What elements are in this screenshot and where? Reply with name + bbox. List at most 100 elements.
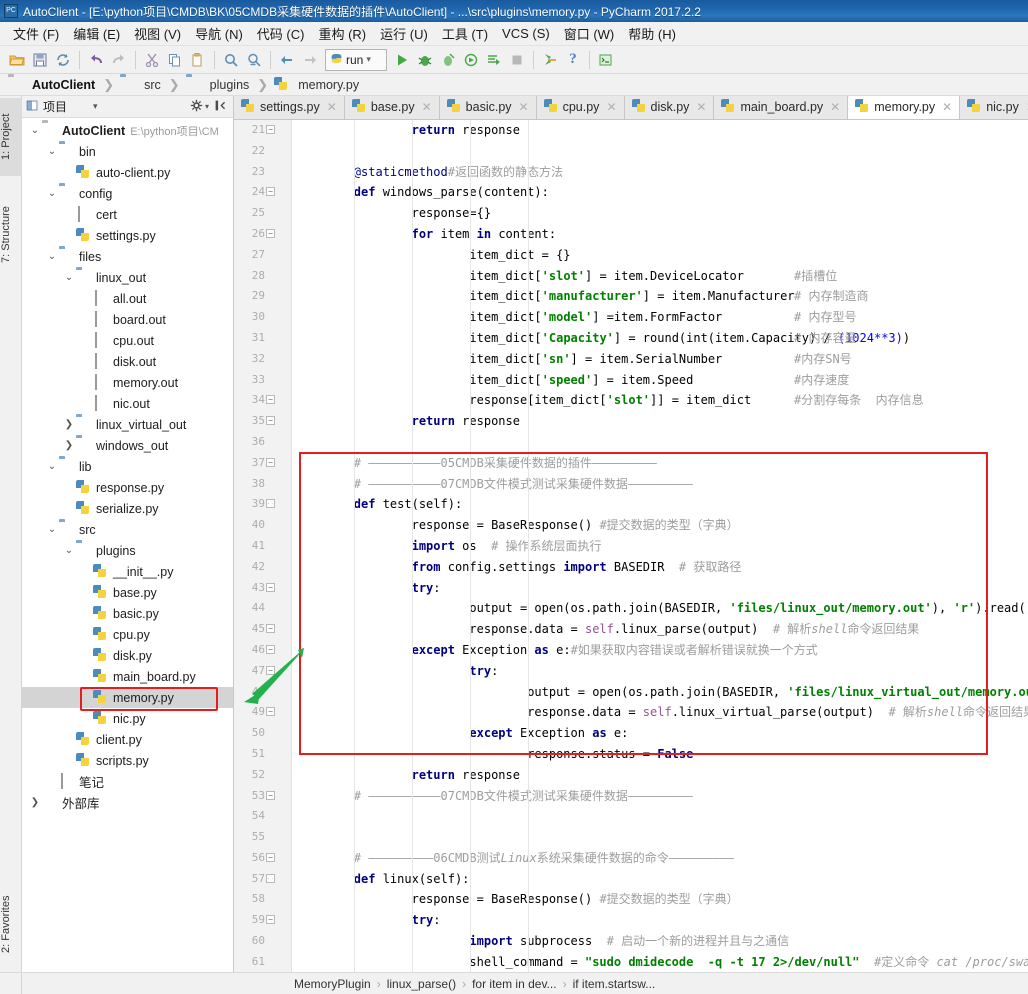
tree-item---[interactable]: 笔记 <box>22 771 233 792</box>
code-fold-icon[interactable]: − <box>266 915 275 925</box>
tree-item-scripts-py[interactable]: scripts.py <box>22 750 233 771</box>
code-fold-icon[interactable]: − <box>266 665 275 675</box>
chevron-down-icon[interactable]: ⌄ <box>28 125 42 136</box>
close-icon[interactable]: ✕ <box>606 100 616 114</box>
breadcrumb-item-src[interactable]: src ❯ <box>120 77 186 93</box>
tree-item-settings-py[interactable]: settings.py <box>22 225 233 246</box>
tree-item-linux_out[interactable]: ⌄ linux_out <box>22 267 233 288</box>
code-fold-icon[interactable]: − <box>266 582 275 592</box>
breadcrumb-item-plugins[interactable]: plugins ❯ <box>186 77 275 93</box>
close-icon[interactable]: ✕ <box>327 100 337 114</box>
chevron-right-icon[interactable]: ❯ <box>62 440 76 451</box>
menu-navigate[interactable]: 导航 (N) <box>188 22 250 45</box>
code-fold-icon[interactable]: − <box>266 416 275 426</box>
code-line[interactable]: except Exception as e:#如果获取内容错误或者解析错误就换一… <box>292 640 1028 661</box>
settings-gear-icon[interactable] <box>190 99 203 115</box>
code-line[interactable]: # ——————————05CMDB采集硬件数据的插件————————— <box>292 453 1028 474</box>
code-line[interactable]: item_dict['slot'] = item.DeviceLocator <box>292 266 1028 287</box>
paste-icon[interactable] <box>187 49 209 71</box>
chevron-down-icon[interactable]: ⌄ <box>45 146 59 157</box>
menu-code[interactable]: 代码 (C) <box>250 22 312 45</box>
editor-tab-cpu-py[interactable]: cpu.py ✕ <box>536 96 625 119</box>
undo-icon[interactable] <box>85 49 107 71</box>
code-line[interactable]: def windows_parse(content): <box>292 182 1028 203</box>
code-line[interactable]: try: <box>292 578 1028 599</box>
tree-item-plugins[interactable]: ⌄ plugins <box>22 540 233 561</box>
help-icon[interactable]: ? <box>562 49 584 71</box>
code-fold-icon[interactable]: − <box>266 457 275 467</box>
tree-item----[interactable]: ❯ 外部库 <box>22 792 233 813</box>
tool-tab-favorites[interactable]: 2: Favorites <box>0 878 22 970</box>
code-fold-icon[interactable]: − <box>266 853 275 862</box>
chevron-down-icon[interactable]: ⌄ <box>45 251 59 262</box>
chevron-down-icon[interactable]: ▾ <box>366 54 371 65</box>
chevron-right-icon[interactable]: ❯ <box>28 797 42 808</box>
menu-help[interactable]: 帮助 (H) <box>621 22 683 45</box>
close-icon[interactable]: ✕ <box>519 100 529 114</box>
chevron-down-icon[interactable]: ⌄ <box>62 545 76 556</box>
replace-icon[interactable] <box>243 49 265 71</box>
chevron-down-icon[interactable]: ▾ <box>205 102 209 111</box>
chevron-down-icon[interactable]: ⌄ <box>45 524 59 535</box>
tree-item-__init__-py[interactable]: __init__.py <box>22 561 233 582</box>
code-line[interactable] <box>292 432 1028 453</box>
code-area[interactable]: return response @staticmethod#返回函数的静态方法 … <box>292 120 1028 972</box>
close-icon[interactable]: ✕ <box>422 100 432 114</box>
run-gutter-icon[interactable] <box>266 499 278 511</box>
tree-item-serialize-py[interactable]: serialize.py <box>22 498 233 519</box>
settings-wrench-icon[interactable] <box>539 49 561 71</box>
code-line[interactable]: def linux(self): <box>292 869 1028 890</box>
open-folder-icon[interactable] <box>6 49 28 71</box>
tree-item-autoclient[interactable]: ⌄ AutoClient E:\python项目\CM <box>22 120 233 141</box>
close-icon[interactable]: ✕ <box>830 100 840 114</box>
stop-icon[interactable] <box>506 49 528 71</box>
tree-item-bin[interactable]: ⌄ bin <box>22 141 233 162</box>
menu-vcs[interactable]: VCS (S) <box>495 24 557 43</box>
tree-item-nic-out[interactable]: nic.out <box>22 393 233 414</box>
menu-refactor[interactable]: 重构 (R) <box>311 22 373 45</box>
python-console-icon[interactable] <box>595 49 617 71</box>
find-icon[interactable] <box>220 49 242 71</box>
code-line[interactable]: item_dict['manufacturer'] = item.Manufac… <box>292 286 1028 307</box>
tree-item-basic-py[interactable]: basic.py <box>22 603 233 624</box>
code-line[interactable]: for item in content: <box>292 224 1028 245</box>
save-all-icon[interactable] <box>29 49 51 71</box>
code-line[interactable]: response.status = False <box>292 744 1028 765</box>
debug-coverage-icon[interactable] <box>437 49 459 71</box>
tree-item-memory-py[interactable]: memory.py <box>22 687 233 708</box>
code-line[interactable]: response = BaseResponse() #提交数据的类型（字典） <box>292 515 1028 536</box>
code-fold-icon[interactable]: − <box>266 645 275 654</box>
menu-edit[interactable]: 编辑 (E) <box>66 22 127 45</box>
run-icon[interactable] <box>391 49 413 71</box>
debug-icon[interactable] <box>414 49 436 71</box>
status-breadcrumb-item[interactable]: for item in dev... <box>472 977 556 991</box>
code-line[interactable] <box>292 806 1028 827</box>
tree-item-auto-client-py[interactable]: auto-client.py <box>22 162 233 183</box>
editor-tab-basic-py[interactable]: basic.py ✕ <box>439 96 537 119</box>
back-icon[interactable] <box>276 49 298 71</box>
project-tree[interactable]: ⌄ AutoClient E:\python项目\CM ⌄ bin auto-client… <box>22 118 233 972</box>
tree-item-client-py[interactable]: client.py <box>22 729 233 750</box>
code-line[interactable]: import subprocess # 启动一个新的进程并且与之通信 <box>292 931 1028 952</box>
code-line[interactable]: return response <box>292 120 1028 141</box>
code-fold-icon[interactable]: − <box>266 624 275 634</box>
code-line[interactable]: # ——————————07CMDB文件模式测试采集硬件数据————————— <box>292 786 1028 807</box>
chevron-down-icon[interactable]: ⌄ <box>45 461 59 472</box>
code-line[interactable]: item_dict['sn'] = item.SerialNumber <box>292 349 1028 370</box>
profile-icon[interactable] <box>460 49 482 71</box>
tree-item-main_board-py[interactable]: main_board.py <box>22 666 233 687</box>
code-line[interactable]: def test(self): <box>292 494 1028 515</box>
chevron-down-icon[interactable]: ▾ <box>93 101 98 112</box>
code-fold-icon[interactable]: − <box>266 790 275 800</box>
code-line[interactable]: item_dict['Capacity'] = round(int(item.C… <box>292 328 1028 349</box>
code-line[interactable]: response={} <box>292 203 1028 224</box>
tree-item-cpu-out[interactable]: cpu.out <box>22 330 233 351</box>
tree-item-linux_virtual_out[interactable]: ❯ linux_virtual_out <box>22 414 233 435</box>
code-line[interactable] <box>292 141 1028 162</box>
chevron-down-icon[interactable]: ⌄ <box>45 188 59 199</box>
menu-run[interactable]: 运行 (U) <box>373 22 435 45</box>
project-view-icon[interactable] <box>26 99 39 115</box>
code-line[interactable]: item_dict['model'] =item.FormFactor <box>292 307 1028 328</box>
breadcrumb-item-autoclient[interactable]: AutoClient ❯ <box>8 77 120 93</box>
editor-tab-main_board-py[interactable]: main_board.py ✕ <box>714 96 849 119</box>
